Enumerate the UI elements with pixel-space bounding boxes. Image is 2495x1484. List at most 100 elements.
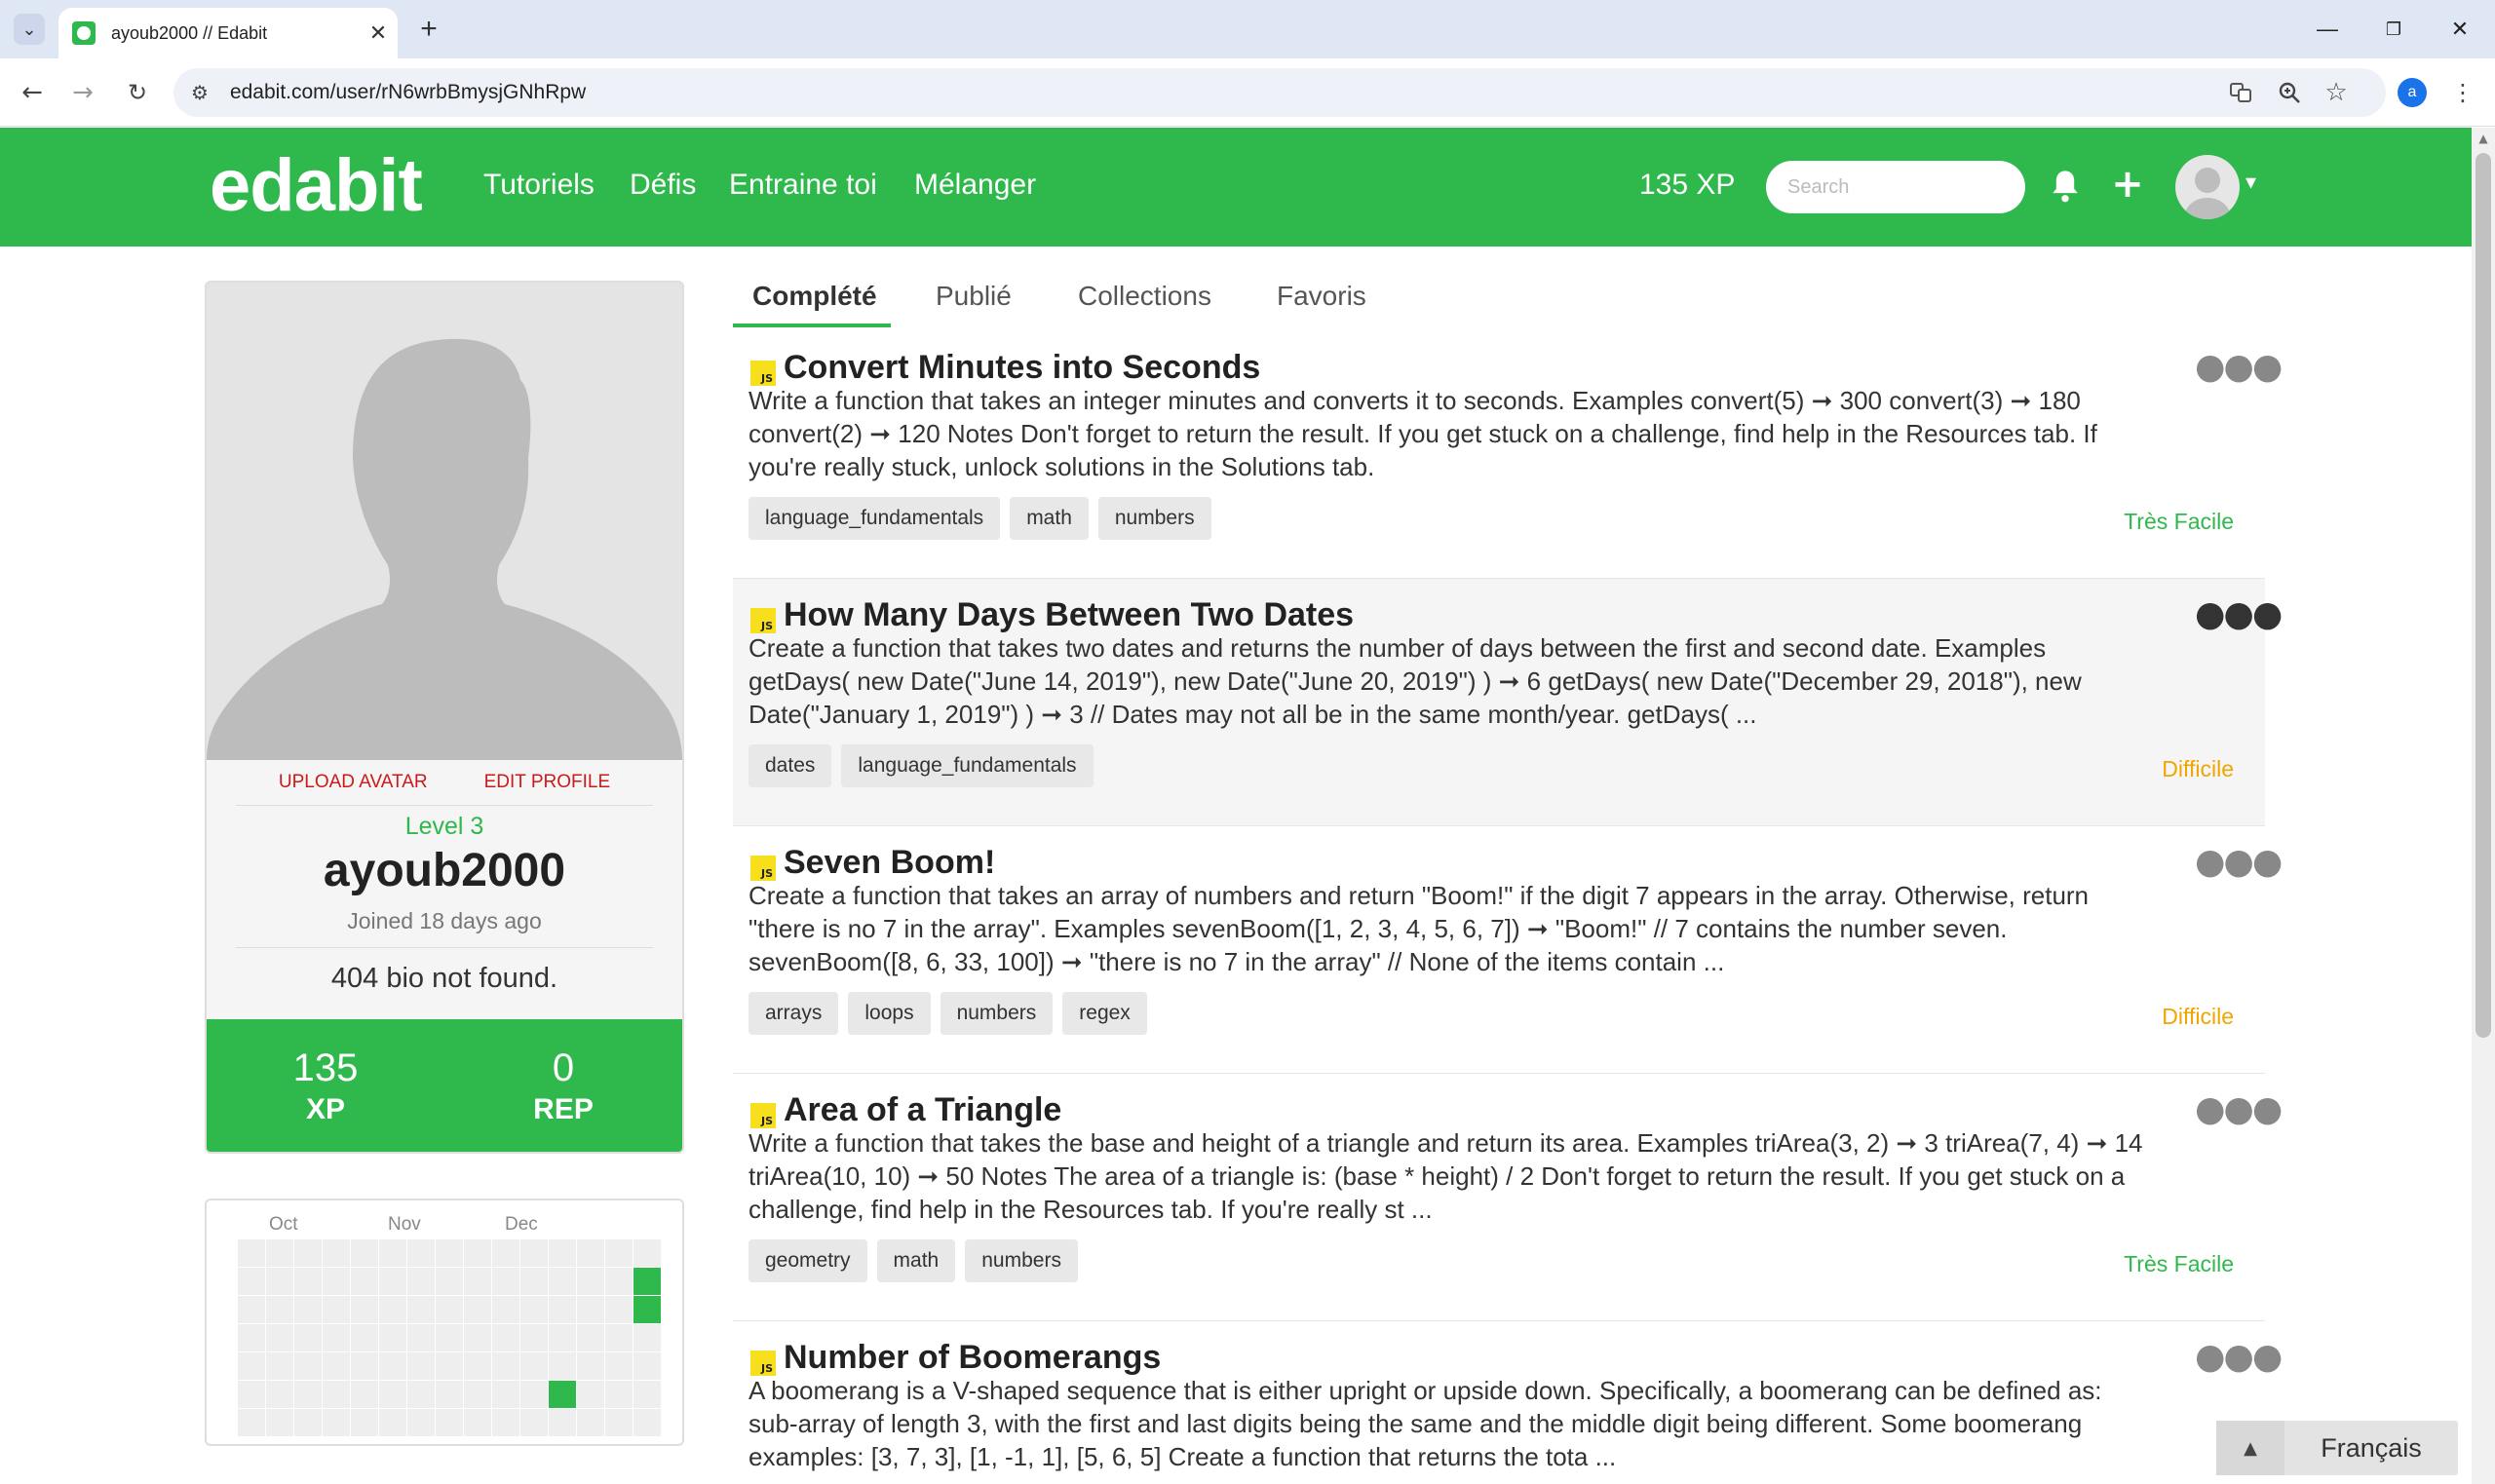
activity-calendar: Oct Nov Dec (205, 1199, 684, 1446)
browser-tab[interactable]: ayoub2000 // Edabit ✕ (58, 8, 398, 58)
profile-bio: 404 bio not found. (330, 963, 558, 994)
new-tab-plus-icon[interactable]: + (411, 12, 446, 47)
nav-entraine-toi[interactable]: Entraine toi (729, 169, 877, 202)
activity-cell (436, 1239, 463, 1267)
tag[interactable]: numbers (1097, 497, 1211, 540)
rep-value: 0 (552, 1046, 575, 1089)
close-tab-icon[interactable]: ✕ (359, 21, 398, 46)
edit-profile-link[interactable]: EDIT PROFILE (484, 772, 611, 793)
forward-arrow-icon[interactable]: → (64, 74, 101, 111)
tag[interactable]: numbers (965, 1239, 1078, 1282)
chevron-up-icon[interactable]: ▲ (2216, 1421, 2284, 1475)
difficulty-label: Difficile (2162, 1004, 2234, 1029)
bookmark-star-icon[interactable]: ☆ (2322, 78, 2351, 107)
challenge-description: A boomerang is a V-shaped sequence that … (748, 1376, 2102, 1471)
challenge-item[interactable]: JS Seven Boom! ●●● Create a function tha… (733, 826, 2283, 1074)
search-input[interactable] (1766, 161, 2025, 213)
activity-cell (238, 1239, 265, 1267)
browser-menu-icon[interactable]: ⋮ (2448, 76, 2477, 109)
javascript-icon: JS (750, 1103, 776, 1128)
activity-cell (351, 1381, 378, 1408)
challenge-item[interactable]: JS Number of Boomerangs ●●● A boomerang … (733, 1321, 2283, 1484)
edabit-logo[interactable]: edabit (210, 143, 423, 228)
activity-cell (323, 1381, 350, 1408)
challenge-item[interactable]: JS Area of a Triangle ●●● Write a functi… (733, 1074, 2283, 1321)
reload-icon[interactable]: ↻ (119, 74, 156, 111)
activity-cell (323, 1239, 350, 1267)
activity-cell (379, 1409, 406, 1436)
notification-bell-icon[interactable] (2049, 167, 2082, 206)
activity-cell (520, 1352, 548, 1380)
challenge-description: Create a function that takes an array of… (748, 881, 2090, 976)
tag[interactable]: numbers (940, 992, 1054, 1035)
tag[interactable]: geometry (748, 1239, 867, 1282)
activity-cell (379, 1381, 406, 1408)
more-options-icon[interactable]: ●●● (2195, 842, 2283, 882)
create-plus-icon[interactable]: + (2111, 162, 2144, 207)
zoom-icon[interactable] (2275, 78, 2304, 107)
chevron-down-icon[interactable]: ▾ (2246, 171, 2256, 195)
edabit-favicon-icon (72, 21, 96, 45)
scroll-up-arrow-icon[interactable]: ▲ (2472, 132, 2495, 147)
language-selector[interactable]: ▲ Français (2216, 1421, 2458, 1475)
language-label[interactable]: Français (2284, 1433, 2458, 1464)
tag[interactable]: language_fundamentals (748, 497, 1001, 540)
tab-publie[interactable]: Publié (936, 281, 1012, 312)
challenge-title[interactable]: Area of a Triangle (784, 1091, 1061, 1129)
more-options-icon[interactable]: ●●● (2195, 1337, 2283, 1377)
restore-window-icon[interactable]: ❐ (2362, 8, 2425, 51)
nav-melanger[interactable]: Mélanger (914, 169, 1036, 202)
tag[interactable]: math (876, 1239, 956, 1282)
tag[interactable]: arrays (748, 992, 839, 1035)
close-window-icon[interactable]: ✕ (2429, 8, 2491, 51)
site-info-icon[interactable]: ⚙ (191, 81, 209, 104)
tag[interactable]: language_fundamentals (841, 744, 1094, 787)
header-xp-counter: 135 XP (1639, 169, 1736, 201)
challenge-title[interactable]: Convert Minutes into Seconds (784, 349, 1260, 387)
more-options-icon[interactable]: ●●● (2195, 347, 2283, 387)
activity-cell (605, 1352, 633, 1380)
address-bar[interactable]: ⚙ edabit.com/user/rN6wrbBmysjGNhRpw ☆ (173, 68, 2386, 117)
challenge-title[interactable]: Seven Boom! (784, 844, 995, 882)
browser-profile-avatar[interactable]: a (2398, 78, 2427, 107)
nav-defis[interactable]: Défis (630, 169, 696, 202)
challenge-title[interactable]: Number of Boomerangs (784, 1339, 1161, 1377)
upload-avatar-link[interactable]: UPLOAD AVATAR (279, 772, 428, 793)
tag[interactable]: math (1010, 497, 1089, 540)
activity-cell (520, 1409, 548, 1436)
user-avatar[interactable] (2175, 155, 2240, 219)
activity-cell (492, 1296, 519, 1323)
activity-cell (549, 1352, 576, 1380)
url-text[interactable]: edabit.com/user/rN6wrbBmysjGNhRpw (230, 81, 586, 104)
more-options-icon[interactable]: ●●● (2195, 1089, 2283, 1129)
challenge-item[interactable]: JS How Many Days Between Two Dates ●●● C… (733, 579, 2283, 826)
tab-complete[interactable]: Complété (752, 281, 877, 312)
activity-cell (492, 1352, 519, 1380)
activity-cell (294, 1381, 322, 1408)
activity-cell (238, 1381, 265, 1408)
challenge-item[interactable]: JS Convert Minutes into Seconds ●●● Writ… (733, 331, 2283, 579)
more-options-icon[interactable]: ●●● (2195, 594, 2283, 634)
minimize-window-icon[interactable]: — (2296, 8, 2359, 51)
activity-cell (549, 1296, 576, 1323)
nav-tutoriels[interactable]: Tutoriels (483, 169, 595, 202)
challenge-tags: geometry math numbers (748, 1239, 1078, 1282)
javascript-icon: JS (750, 361, 776, 386)
tag[interactable]: loops (848, 992, 931, 1035)
divider (236, 805, 653, 806)
translate-icon[interactable] (2226, 78, 2255, 107)
tag[interactable]: dates (748, 744, 832, 787)
back-arrow-icon[interactable]: ← (14, 74, 51, 111)
activity-cell (633, 1296, 661, 1323)
activity-cell (436, 1268, 463, 1295)
tab-favoris[interactable]: Favoris (1277, 281, 1366, 312)
tab-collections[interactable]: Collections (1078, 281, 1211, 312)
tag[interactable]: regex (1062, 992, 1147, 1035)
page-scrollbar[interactable]: ▲ (2472, 128, 2495, 1484)
activity-cell (323, 1352, 350, 1380)
rep-label: REP (533, 1093, 594, 1125)
activity-cell (407, 1409, 435, 1436)
challenge-title[interactable]: How Many Days Between Two Dates (784, 596, 1354, 634)
scrollbar-thumb[interactable] (2476, 153, 2491, 1038)
tab-search-chevron-icon[interactable]: ⌄ (14, 14, 45, 45)
